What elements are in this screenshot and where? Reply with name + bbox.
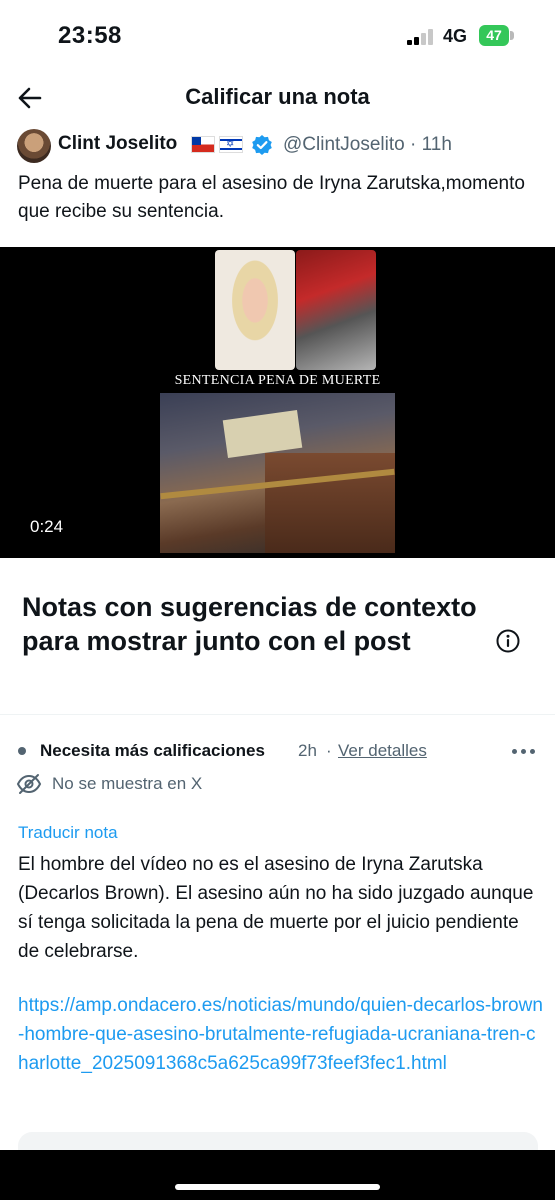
avatar[interactable] <box>17 129 51 163</box>
note-text: El hombre del vídeo no es el asesino de … <box>18 854 534 962</box>
video-player[interactable]: SENTENCIA PENA DE MUERTE 0:24 <box>0 247 555 558</box>
author-handle: @ClintJoselito · 11h <box>283 134 452 155</box>
note-visibility-row: No se muestra en X <box>0 770 555 798</box>
translate-note-link[interactable]: Traducir nota <box>18 823 118 843</box>
status-bar: 23:58 4G 47 <box>0 0 555 72</box>
battery-level: 47 <box>486 27 502 43</box>
page-title: Calificar una nota <box>185 84 370 109</box>
post-author-row: Clint Joselito ✡ @ClintJoselito · 11h <box>0 126 555 166</box>
israel-flag-icon: ✡ <box>219 136 243 153</box>
video-frame-courtroom <box>160 393 395 553</box>
header: Calificar una nota <box>0 72 555 126</box>
home-indicator[interactable] <box>175 1184 380 1190</box>
chile-flag-icon <box>191 136 215 153</box>
video-caption: SENTENCIA PENA DE MUERTE <box>174 373 381 388</box>
video-duration: 0:24 <box>30 517 64 536</box>
notes-section-title: Notas con sugerencias de contexto para m… <box>22 592 477 656</box>
video-frame-camera <box>296 250 376 370</box>
view-details-link[interactable]: Ver detalles <box>338 741 427 761</box>
bottom-bar <box>0 1150 555 1200</box>
note-source-link[interactable]: https://amp.ondacero.es/noticias/mundo/q… <box>18 991 543 1078</box>
verified-badge-icon <box>252 135 272 155</box>
author-name[interactable]: Clint Joselito <box>58 133 177 155</box>
eye-off-icon <box>16 774 42 794</box>
note-status: Necesita más calificaciones <box>40 741 265 760</box>
status-time: 23:58 <box>58 22 122 49</box>
video-frame-portrait <box>215 250 295 370</box>
battery-cap <box>510 31 514 40</box>
visibility-label: No se muestra en X <box>52 774 203 793</box>
meta-separator: · <box>326 741 332 760</box>
divider <box>0 714 555 715</box>
battery-icon: 47 <box>479 25 509 46</box>
note-time: 2h <box>298 741 317 760</box>
network-type: 4G <box>443 26 468 46</box>
status-dot-icon <box>18 747 26 755</box>
info-icon[interactable] <box>495 628 521 654</box>
more-icon[interactable] <box>510 740 538 762</box>
note-meta-row: Necesita más calificaciones 2h · Ver det… <box>0 738 555 764</box>
post-text: Pena de muerte para el asesino de Iryna … <box>18 173 525 222</box>
signal-icon <box>407 29 435 45</box>
